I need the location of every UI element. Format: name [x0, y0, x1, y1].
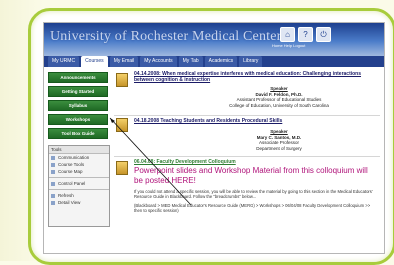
breadcrumb-instructions: (Blackboard > MED Medical Educator's Res… — [134, 203, 371, 214]
control-panel-link[interactable]: Control Panel — [49, 180, 109, 187]
workshops-content: 04.14.2008: When medical expertise inter… — [114, 71, 380, 253]
tools-course-map-link[interactable]: Course Map — [49, 168, 109, 175]
detail-view-link[interactable]: Detail View — [49, 199, 109, 206]
tab-my-accounts[interactable]: My Accounts — [140, 56, 177, 67]
home-icon[interactable]: ⌂ — [280, 27, 295, 42]
tab-library[interactable]: Library — [239, 56, 263, 67]
folder-icon — [116, 161, 128, 175]
refresh-link[interactable]: Refresh — [49, 192, 109, 199]
nav-announcements-button[interactable]: Announcements — [48, 72, 108, 83]
site-banner: University of Rochester Medical Center ⌂… — [44, 23, 384, 56]
nav-tool-box-guide-button[interactable]: Tool Box Guide — [48, 128, 108, 139]
banner-links[interactable]: Home Help Logout — [272, 43, 305, 48]
announcement-highlight: Powerpoint slides and Workshop Material … — [134, 166, 368, 185]
entry-heading[interactable]: 06.04.08: Faculty Development Colloquium — [134, 159, 236, 165]
logout-icon[interactable]: ⏻ — [316, 27, 331, 42]
course-nav: Announcements Getting Started Syllabus W… — [48, 72, 108, 142]
speaker-block: Speaker Mary C. Santos, M.D. Associate P… — [209, 129, 349, 151]
workshop-entry: 06.04.08: Faculty Development Colloquium… — [114, 157, 380, 253]
tools-header: Tools — [49, 146, 109, 154]
tab-my-urmc[interactable]: My URMC — [48, 56, 80, 67]
tools-communication-link[interactable]: Communication — [49, 154, 109, 161]
workshop-entry: 04.14.2008: When medical expertise inter… — [114, 71, 380, 116]
tab-courses[interactable]: Courses — [81, 56, 108, 67]
site-title: University of Rochester Medical Center — [50, 29, 282, 44]
tab-academics[interactable]: Academics — [204, 56, 238, 67]
help-icon[interactable]: ? — [298, 27, 313, 42]
tools-panel: Tools Communication Course Tools Course … — [48, 145, 110, 227]
speaker-org: Department of Surgery — [256, 145, 302, 151]
main-tab-bar: My URMC Courses My Email My Accounts My … — [44, 56, 384, 67]
announcement-body: If you could not attend a specific sessi… — [134, 189, 373, 200]
speaker-org: College of Education, University of Sout… — [229, 102, 329, 108]
nav-syllabus-button[interactable]: Syllabus — [48, 100, 108, 111]
workshop-entry: 04.18.2008 Teaching Students and Residen… — [114, 116, 380, 157]
speaker-block: Speaker David F. Feldon, Ph.D. Assistant… — [209, 86, 349, 108]
rounded-frame: University of Rochester Medical Center ⌂… — [28, 8, 394, 265]
folder-icon — [116, 73, 128, 87]
tools-divider — [49, 177, 109, 178]
tools-course-tools-link[interactable]: Course Tools — [49, 161, 109, 168]
nav-getting-started-button[interactable]: Getting Started — [48, 86, 108, 97]
entry-heading[interactable]: 04.18.2008 Teaching Students and Residen… — [134, 118, 282, 124]
banner-icon-group: ⌂ ? ⏻ — [280, 27, 331, 42]
tools-divider — [49, 189, 109, 190]
tab-my-email[interactable]: My Email — [109, 56, 139, 67]
folder-icon — [116, 118, 128, 132]
blackboard-screenshot: University of Rochester Medical Center ⌂… — [43, 22, 385, 254]
entry-heading-continued[interactable]: between cognition & instruction — [134, 77, 210, 83]
nav-workshops-button[interactable]: Workshops — [48, 114, 108, 125]
tab-my-tab[interactable]: My Tab — [178, 56, 203, 67]
